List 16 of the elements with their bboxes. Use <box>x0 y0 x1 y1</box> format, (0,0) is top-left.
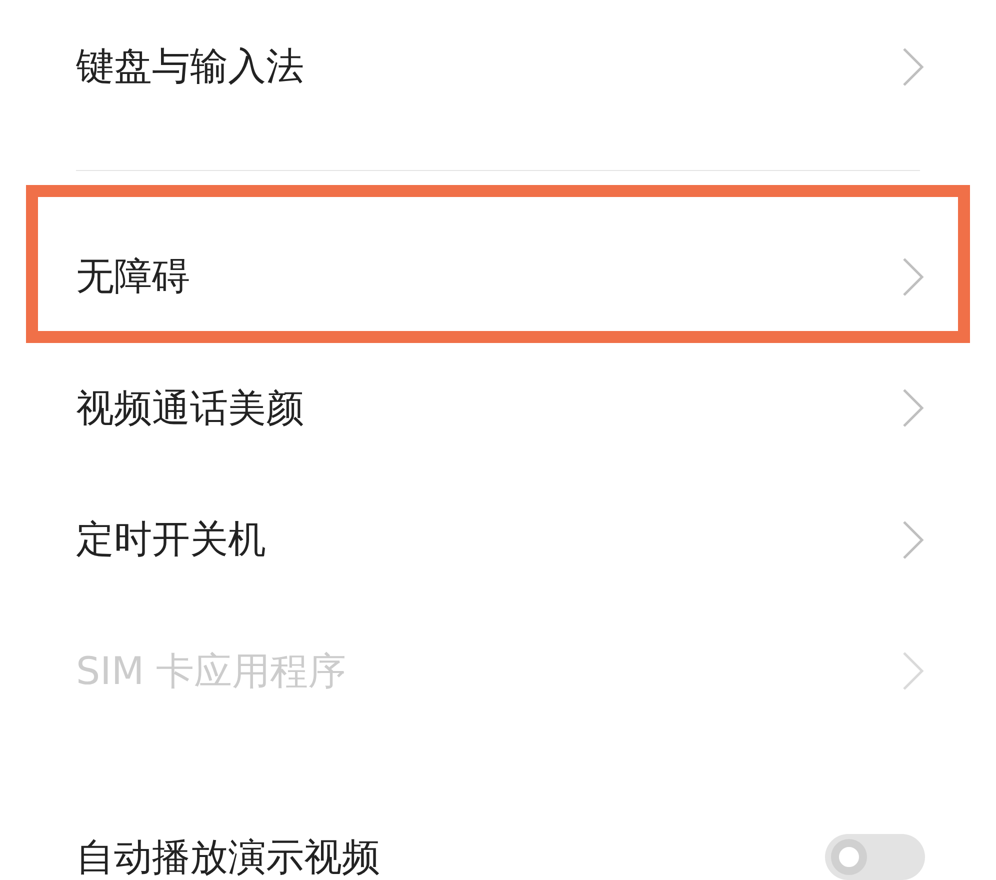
item-label: 键盘与输入法 <box>76 44 304 88</box>
settings-item[interactable]: 视频通话美颜 <box>26 342 970 474</box>
chevron-right-icon <box>901 46 925 88</box>
chevron-right-icon <box>901 387 925 430</box>
settings-item[interactable]: 自动播放演示视频 <box>26 737 970 880</box>
chevron-right-icon <box>901 518 925 561</box>
item-label: 视频通话美颜 <box>76 386 304 430</box>
item-label: 自动播放演示视频 <box>76 836 380 880</box>
chevron-right-icon <box>901 256 925 298</box>
item-label: 定时开关机 <box>76 518 266 562</box>
item-label: 无障碍 <box>76 255 190 299</box>
settings-item[interactable]: 键盘与输入法 <box>26 0 970 134</box>
settings-item[interactable]: 定时开关机 <box>26 474 970 606</box>
toggle-switch[interactable] <box>825 834 925 880</box>
chevron-right-icon <box>901 650 925 692</box>
settings-item[interactable]: 无障碍 <box>26 185 970 343</box>
